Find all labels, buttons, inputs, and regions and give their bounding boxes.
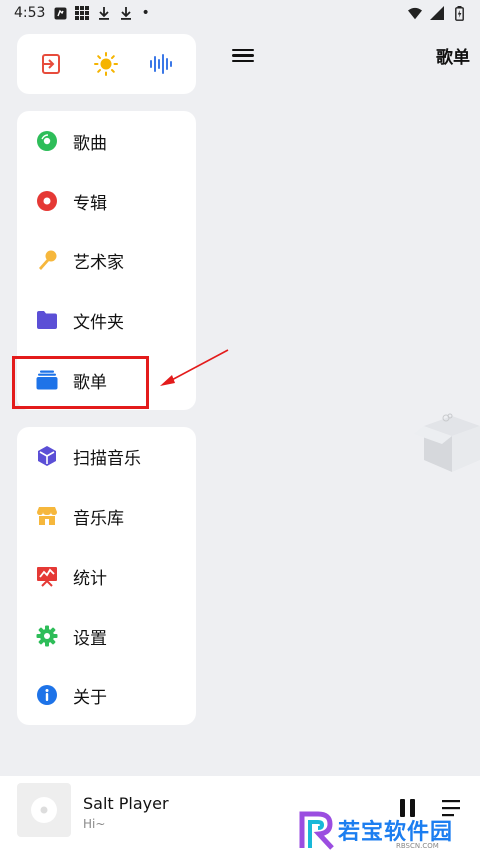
notification-dot: • (141, 5, 150, 21)
nav-item-label: 统计 (73, 568, 107, 589)
empty-box-illustration (414, 413, 480, 472)
tools-nav-card: 扫描音乐 音乐库 统计 设置 关于 (17, 427, 196, 725)
sun-icon (94, 52, 119, 76)
battery-icon (452, 5, 466, 21)
scan-icon (36, 445, 58, 467)
app-notification-icon (53, 6, 67, 20)
grid-notification-icon (75, 6, 90, 20)
wifi-icon (408, 6, 422, 20)
watermark-logo-icon (299, 811, 334, 850)
nav-item-about[interactable]: 关于 (17, 670, 196, 720)
exit-button[interactable] (31, 44, 71, 84)
nav-item-label: 艺术家 (73, 252, 124, 273)
annotation-arrow (160, 349, 229, 386)
status-bar: 4:53 • (0, 0, 480, 26)
watermark-subtext: RBSCN.COM (396, 842, 439, 850)
stats-icon (36, 565, 58, 587)
nav-item-artists[interactable]: 艺术家 (17, 235, 196, 285)
theme-toggle-button[interactable] (86, 44, 126, 84)
nav-item-label: 文件夹 (73, 312, 124, 333)
soundwave-icon (150, 54, 173, 74)
nav-item-folders[interactable]: 文件夹 (17, 295, 196, 345)
nav-item-statistics[interactable]: 统计 (17, 551, 196, 601)
download-icon (119, 6, 133, 20)
nav-item-label: 歌曲 (73, 133, 107, 154)
album-art[interactable] (17, 783, 71, 837)
nav-item-label: 关于 (73, 687, 107, 708)
nav-item-albums[interactable]: 专辑 (17, 176, 196, 226)
album-disc-icon (36, 190, 58, 212)
info-icon (36, 684, 58, 706)
song-disc-icon (36, 130, 58, 152)
nav-item-label: 专辑 (73, 193, 107, 214)
nav-item-songs[interactable]: 歌曲 (17, 116, 196, 166)
nav-item-music-library[interactable]: 音乐库 (17, 491, 196, 541)
page-title: 歌单 (436, 48, 470, 68)
settings-gear-icon (36, 625, 58, 647)
exit-icon (41, 54, 60, 74)
track-title: Salt Player (83, 794, 169, 813)
nav-item-label: 音乐库 (73, 508, 124, 529)
nav-item-label: 设置 (73, 628, 107, 649)
cd-placeholder-icon (31, 797, 57, 823)
track-subtitle: Hi~ (83, 817, 106, 831)
status-time: 4:53 (14, 5, 46, 21)
menu-icon[interactable] (232, 46, 254, 66)
highlight-box (12, 356, 149, 409)
nav-item-settings[interactable]: 设置 (17, 611, 196, 661)
nav-item-label: 扫描音乐 (73, 448, 141, 469)
quick-actions-card (17, 34, 196, 94)
microphone-icon (36, 249, 58, 271)
signal-icon (430, 6, 444, 20)
nav-item-scan-music[interactable]: 扫描音乐 (17, 431, 196, 481)
watermark: 若宝软件园 RBSCN.COM (298, 808, 480, 854)
download-icon (97, 6, 111, 20)
audio-effects-button[interactable] (142, 44, 182, 84)
folder-icon (36, 309, 58, 331)
store-icon (36, 505, 58, 527)
